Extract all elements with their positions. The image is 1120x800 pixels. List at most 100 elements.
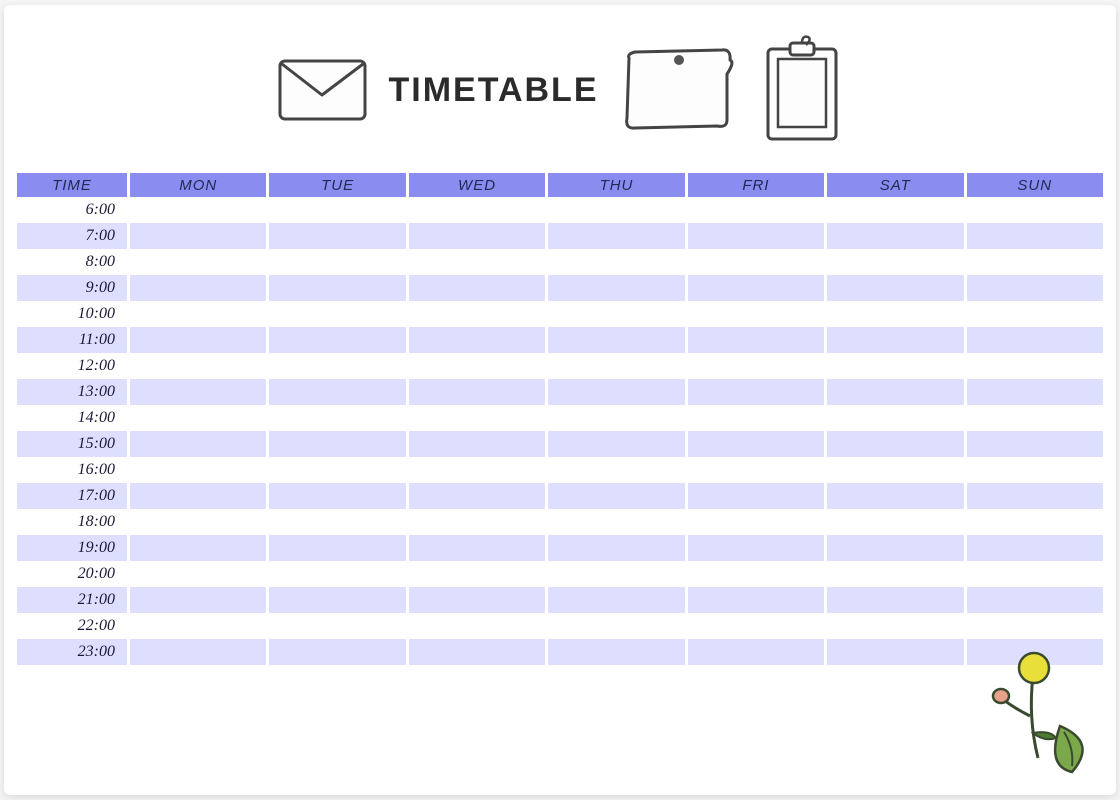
time-cell[interactable]: 20:00 bbox=[17, 561, 127, 587]
cell-mon[interactable] bbox=[130, 301, 266, 327]
cell-mon[interactable] bbox=[130, 535, 266, 561]
cell-mon[interactable] bbox=[130, 223, 266, 249]
cell-fri[interactable] bbox=[688, 223, 824, 249]
cell-mon[interactable] bbox=[130, 249, 266, 275]
cell-thu[interactable] bbox=[548, 197, 684, 223]
time-cell[interactable]: 23:00 bbox=[17, 639, 127, 665]
time-cell[interactable]: 15:00 bbox=[17, 431, 127, 457]
cell-fri[interactable] bbox=[688, 405, 824, 431]
cell-tue[interactable] bbox=[269, 587, 405, 613]
cell-wed[interactable] bbox=[409, 405, 545, 431]
cell-sun[interactable] bbox=[967, 431, 1103, 457]
time-cell[interactable]: 17:00 bbox=[17, 483, 127, 509]
cell-thu[interactable] bbox=[548, 613, 684, 639]
cell-tue[interactable] bbox=[269, 353, 405, 379]
cell-wed[interactable] bbox=[409, 509, 545, 535]
cell-fri[interactable] bbox=[688, 639, 824, 665]
cell-wed[interactable] bbox=[409, 561, 545, 587]
cell-sat[interactable] bbox=[827, 613, 963, 639]
time-cell[interactable]: 18:00 bbox=[17, 509, 127, 535]
time-cell[interactable]: 7:00 bbox=[17, 223, 127, 249]
cell-mon[interactable] bbox=[130, 405, 266, 431]
cell-thu[interactable] bbox=[548, 587, 684, 613]
time-cell[interactable]: 9:00 bbox=[17, 275, 127, 301]
cell-tue[interactable] bbox=[269, 405, 405, 431]
cell-fri[interactable] bbox=[688, 353, 824, 379]
cell-fri[interactable] bbox=[688, 457, 824, 483]
cell-sun[interactable] bbox=[967, 275, 1103, 301]
cell-sat[interactable] bbox=[827, 483, 963, 509]
time-cell[interactable]: 19:00 bbox=[17, 535, 127, 561]
cell-tue[interactable] bbox=[269, 613, 405, 639]
cell-mon[interactable] bbox=[130, 561, 266, 587]
cell-sat[interactable] bbox=[827, 639, 963, 665]
cell-sun[interactable] bbox=[967, 327, 1103, 353]
cell-sun[interactable] bbox=[967, 613, 1103, 639]
time-cell[interactable]: 12:00 bbox=[17, 353, 127, 379]
cell-sun[interactable] bbox=[967, 249, 1103, 275]
cell-fri[interactable] bbox=[688, 275, 824, 301]
cell-mon[interactable] bbox=[130, 587, 266, 613]
cell-mon[interactable] bbox=[130, 379, 266, 405]
cell-sat[interactable] bbox=[827, 379, 963, 405]
cell-sun[interactable] bbox=[967, 197, 1103, 223]
cell-sun[interactable] bbox=[967, 483, 1103, 509]
cell-wed[interactable] bbox=[409, 249, 545, 275]
cell-sun[interactable] bbox=[967, 405, 1103, 431]
cell-sat[interactable] bbox=[827, 353, 963, 379]
cell-sat[interactable] bbox=[827, 275, 963, 301]
time-cell[interactable]: 22:00 bbox=[17, 613, 127, 639]
cell-tue[interactable] bbox=[269, 327, 405, 353]
cell-fri[interactable] bbox=[688, 509, 824, 535]
cell-mon[interactable] bbox=[130, 639, 266, 665]
cell-tue[interactable] bbox=[269, 301, 405, 327]
cell-thu[interactable] bbox=[548, 483, 684, 509]
cell-wed[interactable] bbox=[409, 483, 545, 509]
time-cell[interactable]: 11:00 bbox=[17, 327, 127, 353]
time-cell[interactable]: 16:00 bbox=[17, 457, 127, 483]
cell-sat[interactable] bbox=[827, 197, 963, 223]
time-cell[interactable]: 14:00 bbox=[17, 405, 127, 431]
cell-wed[interactable] bbox=[409, 223, 545, 249]
cell-tue[interactable] bbox=[269, 639, 405, 665]
cell-mon[interactable] bbox=[130, 431, 266, 457]
time-cell[interactable]: 10:00 bbox=[17, 301, 127, 327]
cell-tue[interactable] bbox=[269, 457, 405, 483]
cell-mon[interactable] bbox=[130, 483, 266, 509]
cell-wed[interactable] bbox=[409, 197, 545, 223]
cell-sat[interactable] bbox=[827, 509, 963, 535]
cell-sun[interactable] bbox=[967, 535, 1103, 561]
cell-mon[interactable] bbox=[130, 457, 266, 483]
cell-sun[interactable] bbox=[967, 457, 1103, 483]
time-cell[interactable]: 13:00 bbox=[17, 379, 127, 405]
cell-tue[interactable] bbox=[269, 431, 405, 457]
cell-sun[interactable] bbox=[967, 353, 1103, 379]
cell-sat[interactable] bbox=[827, 301, 963, 327]
cell-wed[interactable] bbox=[409, 457, 545, 483]
cell-thu[interactable] bbox=[548, 275, 684, 301]
cell-sat[interactable] bbox=[827, 327, 963, 353]
cell-fri[interactable] bbox=[688, 561, 824, 587]
cell-sat[interactable] bbox=[827, 587, 963, 613]
cell-thu[interactable] bbox=[548, 249, 684, 275]
cell-fri[interactable] bbox=[688, 197, 824, 223]
cell-thu[interactable] bbox=[548, 535, 684, 561]
cell-fri[interactable] bbox=[688, 613, 824, 639]
cell-sun[interactable] bbox=[967, 301, 1103, 327]
cell-mon[interactable] bbox=[130, 327, 266, 353]
cell-mon[interactable] bbox=[130, 509, 266, 535]
cell-mon[interactable] bbox=[130, 275, 266, 301]
cell-fri[interactable] bbox=[688, 327, 824, 353]
cell-thu[interactable] bbox=[548, 327, 684, 353]
cell-sat[interactable] bbox=[827, 535, 963, 561]
cell-mon[interactable] bbox=[130, 613, 266, 639]
cell-sun[interactable] bbox=[967, 379, 1103, 405]
time-cell[interactable]: 6:00 bbox=[17, 197, 127, 223]
cell-tue[interactable] bbox=[269, 197, 405, 223]
cell-sat[interactable] bbox=[827, 561, 963, 587]
cell-mon[interactable] bbox=[130, 353, 266, 379]
cell-thu[interactable] bbox=[548, 509, 684, 535]
cell-wed[interactable] bbox=[409, 301, 545, 327]
cell-wed[interactable] bbox=[409, 353, 545, 379]
cell-thu[interactable] bbox=[548, 457, 684, 483]
